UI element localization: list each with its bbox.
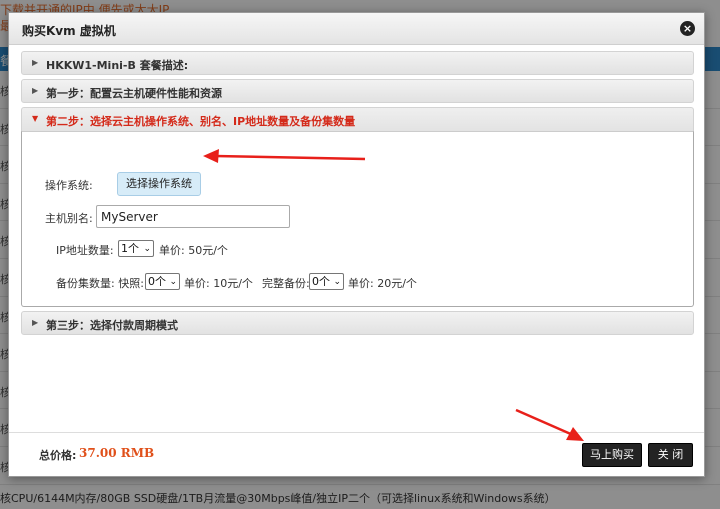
total-price-value: 37.00 RMB [79,446,155,460]
ip-count-label: IP地址数量: [56,244,114,257]
snapshot-unit-price: 单价: 10元/个 [184,277,253,290]
dialog-footer: 总价格: 37.00 RMB 马上购买 关 闭 [9,432,704,476]
section-label: 第二步：选择云主机操作系统、别名、IP地址数量及备份集数量 [46,115,356,128]
section-step-2-content: 操作系统: 选择操作系统 主机别名: IP地址数量: 1个⌄ 单价: 50元/个… [21,131,694,307]
buy-now-button[interactable]: 马上购买 [582,443,642,467]
close-button[interactable]: 关 闭 [648,443,693,467]
section-label: HKKW1-Mini-B 套餐描述: [46,59,189,72]
triangle-right-icon: ▶ [32,318,39,327]
section-step-1[interactable]: ▶ 第一步：配置云主机硬件性能和资源 [21,79,694,103]
ip-count-select[interactable]: 1个 ⌄ [118,240,154,257]
total-price-label: 总价格: [39,449,77,462]
alias-input[interactable] [96,205,290,228]
backup-count-label: 备份集数量: 快照: [56,277,144,290]
triangle-right-icon: ▶ [32,58,39,67]
full-backup-count-select[interactable]: 0个 ⌄ [309,273,344,290]
alias-label: 主机别名: [45,212,93,225]
chevron-down-icon: ⌄ [333,277,341,287]
dialog-header: 购买Kvm 虚拟机 × [9,13,704,45]
chevron-down-icon: ⌄ [143,244,151,254]
close-icon[interactable]: × [680,21,695,36]
dialog-title: 购买Kvm 虚拟机 [22,24,116,38]
dialog-body: ▶ HKKW1-Mini-B 套餐描述: ▶ 第一步：配置云主机硬件性能和资源 … [21,51,694,339]
full-backup-unit-price: 单价: 20元/个 [348,277,417,290]
chevron-down-icon: ⌄ [169,277,177,287]
os-label: 操作系统: [45,179,93,192]
section-label: 第一步：配置云主机硬件性能和资源 [46,87,222,100]
snapshot-count-select[interactable]: 0个 ⌄ [145,273,180,290]
select-os-button[interactable]: 选择操作系统 [117,172,201,196]
ip-unit-price: 单价: 50元/个 [159,244,228,257]
purchase-dialog: 购买Kvm 虚拟机 × ▶ HKKW1-Mini-B 套餐描述: ▶ 第一步：配… [8,12,705,477]
section-step-3[interactable]: ▶ 第三步：选择付款周期模式 [21,311,694,335]
triangle-right-icon: ▶ [32,86,39,95]
section-step-2[interactable]: ▼ 第二步：选择云主机操作系统、别名、IP地址数量及备份集数量 [21,107,694,131]
section-label: 第三步：选择付款周期模式 [46,319,178,332]
triangle-down-icon: ▼ [32,114,39,123]
section-package-description[interactable]: ▶ HKKW1-Mini-B 套餐描述: [21,51,694,75]
full-backup-label: 完整备份: [262,277,310,290]
